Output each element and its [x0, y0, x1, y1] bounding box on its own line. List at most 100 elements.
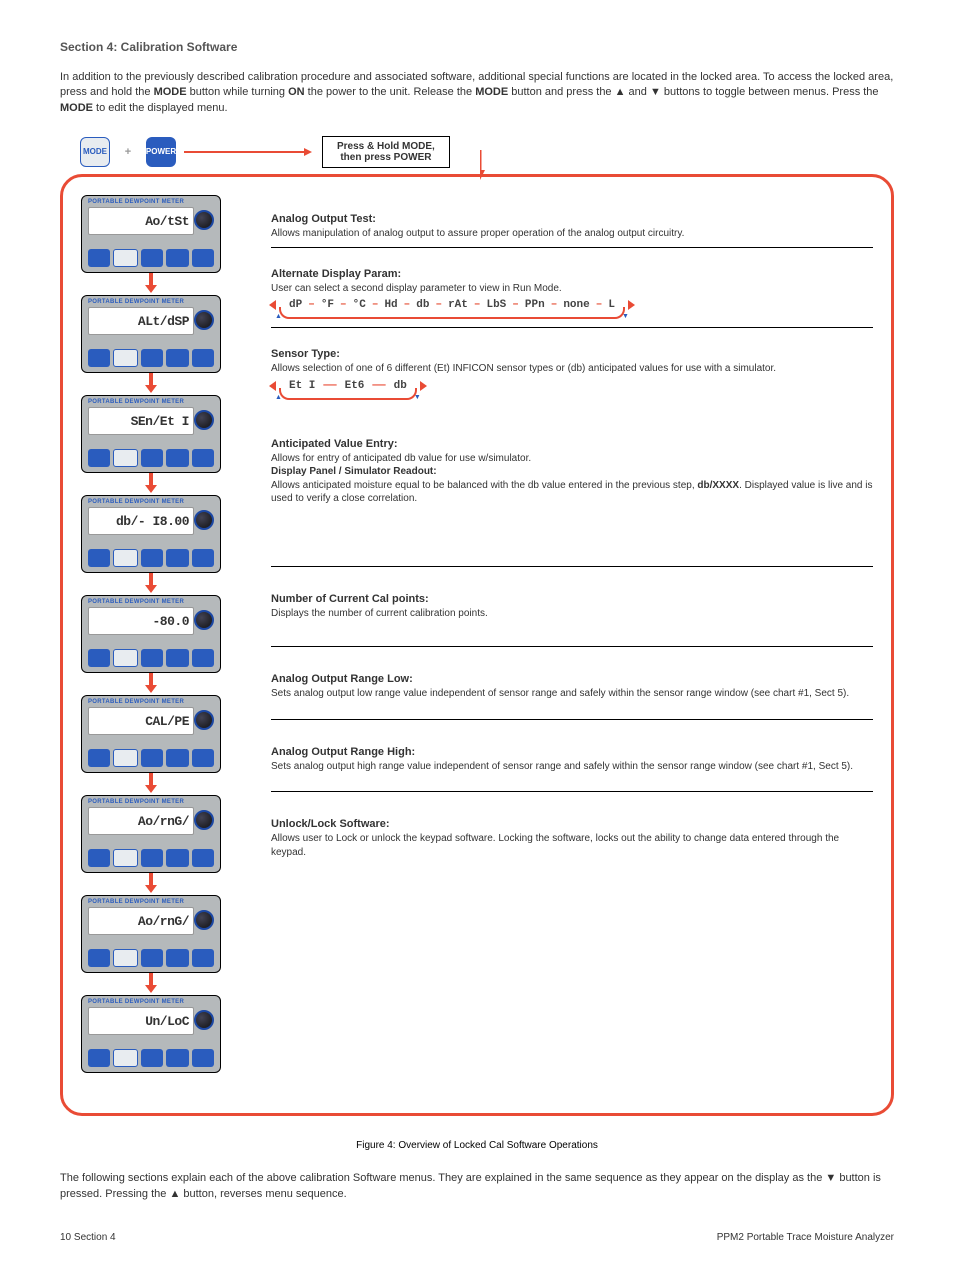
device-knob[interactable] [194, 810, 214, 830]
device-knob[interactable] [194, 710, 214, 730]
device-title: PORTABLE DEWPOINT METER [82, 796, 220, 807]
device-knob[interactable] [194, 910, 214, 930]
device-button[interactable] [113, 249, 137, 267]
device-lcd: db/- I8.00 [88, 507, 194, 535]
device-button[interactable] [113, 849, 137, 867]
device-button[interactable] [88, 949, 110, 967]
block-head-7: Unlock/Lock Software: [271, 818, 873, 830]
device-button[interactable] [192, 549, 214, 567]
device-panel: PORTABLE DEWPOINT METER Ao/rnG/ [81, 895, 221, 973]
device-panel: PORTABLE DEWPOINT METER CAL/PE [81, 695, 221, 773]
device-title: PORTABLE DEWPOINT METER [82, 996, 220, 1007]
device-button[interactable] [166, 349, 188, 367]
device-button-row [88, 749, 214, 767]
separator [271, 719, 873, 720]
device-button[interactable] [141, 549, 163, 567]
device-button[interactable] [141, 1049, 163, 1067]
block-head-0: Analog Output Test: [271, 213, 873, 225]
device-button[interactable] [192, 749, 214, 767]
plus-sign: + [118, 146, 138, 158]
device-button[interactable] [113, 949, 137, 967]
device-lcd: CAL/PE [88, 707, 194, 735]
device-button[interactable] [113, 349, 137, 367]
device-button[interactable] [88, 249, 110, 267]
device-button-row [88, 549, 214, 567]
device-button[interactable] [166, 949, 188, 967]
device-knob[interactable] [194, 1010, 214, 1030]
down-arrow-icon [149, 573, 153, 591]
device-button[interactable] [141, 949, 163, 967]
device-column: PORTABLE DEWPOINT METER Ao/tSt PORTABLE … [81, 195, 241, 1095]
block-desc-6: Sets analog output high range value inde… [271, 760, 873, 774]
device-button[interactable] [192, 349, 214, 367]
device-button[interactable] [166, 549, 188, 567]
device-button[interactable] [113, 549, 137, 567]
page-title: Section 4: Calibration Software [60, 40, 894, 54]
device-button[interactable] [166, 749, 188, 767]
device-button[interactable] [88, 849, 110, 867]
device-button[interactable] [113, 749, 137, 767]
down-arrow-icon [149, 273, 153, 291]
device-button[interactable] [141, 749, 163, 767]
device-button[interactable] [192, 449, 214, 467]
device-title: PORTABLE DEWPOINT METER [82, 596, 220, 607]
device-button[interactable] [113, 649, 137, 667]
device-button[interactable] [88, 749, 110, 767]
device-button[interactable] [166, 649, 188, 667]
alt-display-option: Hd [384, 299, 397, 311]
device-button[interactable] [192, 1049, 214, 1067]
device-button[interactable] [192, 249, 214, 267]
top-buttons-row: MODE + POWER Press & Hold MODE,then pres… [80, 136, 894, 168]
device-button-row [88, 949, 214, 967]
alt-display-option: °C [353, 299, 366, 311]
block-desc-1: User can select a second display paramet… [271, 282, 873, 296]
device-button-row [88, 1049, 214, 1067]
device-button[interactable] [141, 249, 163, 267]
power-button[interactable]: POWER [146, 137, 176, 167]
device-panel: PORTABLE DEWPOINT METER ALt/dSP [81, 295, 221, 373]
figure-container: MODE + POWER Press & Hold MODE,then pres… [60, 136, 894, 1151]
device-button[interactable] [113, 1049, 137, 1067]
device-button[interactable] [141, 849, 163, 867]
device-button[interactable] [88, 1049, 110, 1067]
device-button[interactable] [88, 349, 110, 367]
down-arrow-icon [149, 773, 153, 791]
separator [271, 566, 873, 567]
device-button[interactable] [192, 649, 214, 667]
separator [271, 646, 873, 647]
cycle-loop-line [289, 317, 615, 319]
device-button[interactable] [88, 449, 110, 467]
cycle-right-arrow-icon [625, 305, 635, 315]
device-knob[interactable] [194, 210, 214, 230]
device-button[interactable] [166, 1049, 188, 1067]
device-lcd: Ao/tSt [88, 207, 194, 235]
device-knob[interactable] [194, 510, 214, 530]
mode-button[interactable]: MODE [80, 137, 110, 167]
device-title: PORTABLE DEWPOINT METER [82, 396, 220, 407]
device-knob[interactable] [194, 610, 214, 630]
device-button[interactable] [141, 449, 163, 467]
device-button[interactable] [192, 949, 214, 967]
block-desc-0: Allows manipulation of analog output to … [271, 227, 873, 241]
block-desc-7: Allows user to Lock or unlock the keypad… [271, 832, 873, 859]
footer-page-number: 10 Section 4 [60, 1232, 116, 1243]
block-head-4: Number of Current Cal points: [271, 593, 873, 605]
alt-display-option: none [563, 299, 589, 311]
down-arrow-icon [149, 373, 153, 391]
device-button[interactable] [88, 549, 110, 567]
alt-display-options: ▲ dP–°F–°C–Hd–db–rAt–LbS–PPn–none–L ▼ [271, 299, 873, 311]
device-panel: PORTABLE DEWPOINT METER Ao/tSt [81, 195, 221, 273]
device-knob[interactable] [194, 410, 214, 430]
device-button[interactable] [166, 249, 188, 267]
block-desc-4: Displays the number of current calibrati… [271, 607, 873, 621]
device-button[interactable] [88, 649, 110, 667]
separator [271, 791, 873, 792]
device-button[interactable] [166, 449, 188, 467]
device-knob[interactable] [194, 310, 214, 330]
device-button[interactable] [113, 449, 137, 467]
device-button[interactable] [141, 649, 163, 667]
sensor-opt: Et6 [345, 380, 365, 392]
device-button[interactable] [141, 349, 163, 367]
device-button[interactable] [166, 849, 188, 867]
device-button[interactable] [192, 849, 214, 867]
